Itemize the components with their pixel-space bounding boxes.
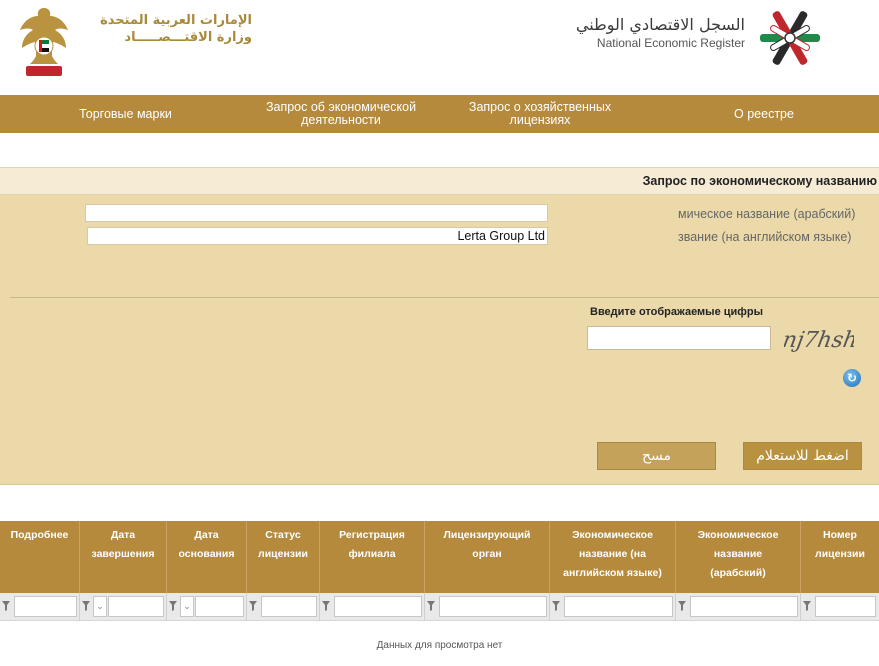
column-header-english-name[interactable]: Экономическое название (на английском яз… bbox=[550, 521, 676, 593]
filter-icon[interactable] bbox=[249, 601, 257, 611]
clear-button[interactable]: مسح bbox=[597, 442, 716, 470]
nav-label: Запрос об экономической деятельности bbox=[265, 100, 417, 127]
results-filter-row: ⌄ ⌄ bbox=[0, 593, 879, 621]
captcha-image: nj7hsh bbox=[784, 327, 854, 353]
filter-input-start-date[interactable] bbox=[195, 596, 244, 617]
divider bbox=[10, 297, 879, 298]
filter-icon[interactable] bbox=[82, 601, 90, 611]
uae-falcon-emblem-icon bbox=[20, 8, 68, 76]
site-header: الإمارات العربية المتحدة وزارة الاقتـــص… bbox=[0, 0, 879, 95]
uae-ministry-title: الإمارات العربية المتحدة وزارة الاقتـــص… bbox=[92, 12, 252, 46]
ner-title-english: National Economic Register bbox=[596, 36, 745, 50]
column-header-licensing-authority[interactable]: Лицензирующий орган bbox=[425, 521, 550, 593]
column-header-license-status[interactable]: Статус лицензии bbox=[247, 521, 320, 593]
date-dropdown-chevron-down-icon[interactable]: ⌄ bbox=[180, 596, 194, 617]
nav-label: О реестре bbox=[734, 106, 794, 121]
captcha-refresh-icon[interactable]: ↻ bbox=[843, 369, 861, 387]
column-label: Дата основания bbox=[178, 529, 235, 560]
date-dropdown-chevron-down-icon[interactable]: ⌄ bbox=[93, 596, 107, 617]
submit-query-button[interactable]: اضغط للاستعلام bbox=[743, 442, 862, 470]
filter-input-licensing-authority[interactable] bbox=[439, 596, 547, 617]
uae-line-1: الإمارات العربية المتحدة bbox=[100, 13, 252, 28]
column-header-details[interactable]: Подробнее bbox=[0, 521, 80, 593]
filter-icon[interactable] bbox=[803, 601, 811, 611]
english-name-input[interactable] bbox=[87, 227, 548, 245]
column-header-license-number[interactable]: Номер лицензии bbox=[801, 521, 879, 593]
filter-input-license-number[interactable] bbox=[815, 596, 876, 617]
nav-label: Запрос о хозяйственных лицензиях bbox=[468, 100, 612, 127]
column-label: Экономическое название (арабский) bbox=[697, 529, 779, 579]
filter-cell bbox=[801, 593, 879, 621]
nav-economic-activity[interactable]: Запрос об экономической деятельности bbox=[251, 95, 431, 133]
filter-cell bbox=[550, 593, 676, 621]
filter-cell bbox=[247, 593, 320, 621]
filter-icon[interactable] bbox=[678, 601, 686, 611]
captcha-text: nj7hsh bbox=[784, 327, 854, 353]
english-name-label: звание (на английском языке) bbox=[678, 230, 852, 244]
page: الإمارات العربية المتحدة وزارة الاقتـــص… bbox=[0, 0, 879, 666]
column-label: Экономическое название (на английском яз… bbox=[563, 529, 662, 579]
column-header-arabic-name[interactable]: Экономическое название (арабский) bbox=[676, 521, 801, 593]
column-label: Статус лицензии bbox=[258, 529, 308, 560]
nav-trademarks[interactable]: Торговые марки bbox=[0, 95, 251, 133]
results-grid-header: Подробнее Дата завершения Дата основания… bbox=[0, 521, 879, 593]
filter-cell: ⌄ bbox=[167, 593, 247, 621]
nav-about-register[interactable]: О реестре bbox=[649, 95, 879, 133]
empty-results-message: Данных для просмотра нет bbox=[376, 640, 503, 651]
arabic-name-input[interactable] bbox=[85, 204, 548, 222]
search-form-panel: мическое название (арабский) звание (на … bbox=[0, 195, 879, 485]
ner-title: السجل الاقتصادي الوطني National Economic… bbox=[570, 14, 745, 50]
column-header-start-date[interactable]: Дата основания bbox=[167, 521, 247, 593]
filter-input-license-status[interactable] bbox=[261, 596, 317, 617]
filter-cell bbox=[320, 593, 425, 621]
column-label: Дата завершения bbox=[91, 529, 155, 560]
filter-icon[interactable] bbox=[2, 601, 10, 611]
main-nav: Торговые марки Запрос об экономической д… bbox=[0, 95, 879, 133]
filter-icon[interactable] bbox=[322, 601, 330, 611]
captcha-input[interactable] bbox=[587, 326, 771, 350]
section-title: Запрос по экономическому названию bbox=[0, 167, 879, 195]
column-label: Номер лицензии bbox=[815, 529, 865, 560]
filter-cell bbox=[425, 593, 550, 621]
filter-cell bbox=[0, 593, 80, 621]
filter-icon[interactable] bbox=[427, 601, 435, 611]
column-label: Лицензирующий орган bbox=[443, 529, 531, 560]
captcha-label: Введите отображаемые цифры bbox=[590, 306, 764, 318]
filter-cell bbox=[676, 593, 801, 621]
ner-logo-icon bbox=[760, 11, 820, 65]
column-label: Подробнее bbox=[10, 529, 69, 541]
filter-input-branch-registration[interactable] bbox=[334, 596, 422, 617]
filter-input-arabic-name[interactable] bbox=[690, 596, 798, 617]
arabic-name-label: мическое название (арабский) bbox=[678, 207, 856, 221]
nav-business-licenses[interactable]: Запрос о хозяйственных лицензиях bbox=[431, 95, 649, 133]
column-header-branch-registration[interactable]: Регистрация филиала bbox=[320, 521, 425, 593]
ner-title-arabic: السجل الاقتصادي الوطني bbox=[575, 15, 745, 34]
uae-line-2: وزارة الاقتـــصـــــاد bbox=[124, 30, 252, 45]
filter-input-details[interactable] bbox=[14, 596, 77, 617]
column-label: Регистрация филиала bbox=[339, 529, 405, 560]
filter-icon[interactable] bbox=[552, 601, 560, 611]
filter-icon[interactable] bbox=[169, 601, 177, 611]
filter-input-end-date[interactable] bbox=[108, 596, 164, 617]
filter-cell: ⌄ bbox=[80, 593, 167, 621]
column-header-end-date[interactable]: Дата завершения bbox=[80, 521, 167, 593]
filter-input-english-name[interactable] bbox=[564, 596, 673, 617]
nav-label: Торговые марки bbox=[79, 106, 172, 121]
